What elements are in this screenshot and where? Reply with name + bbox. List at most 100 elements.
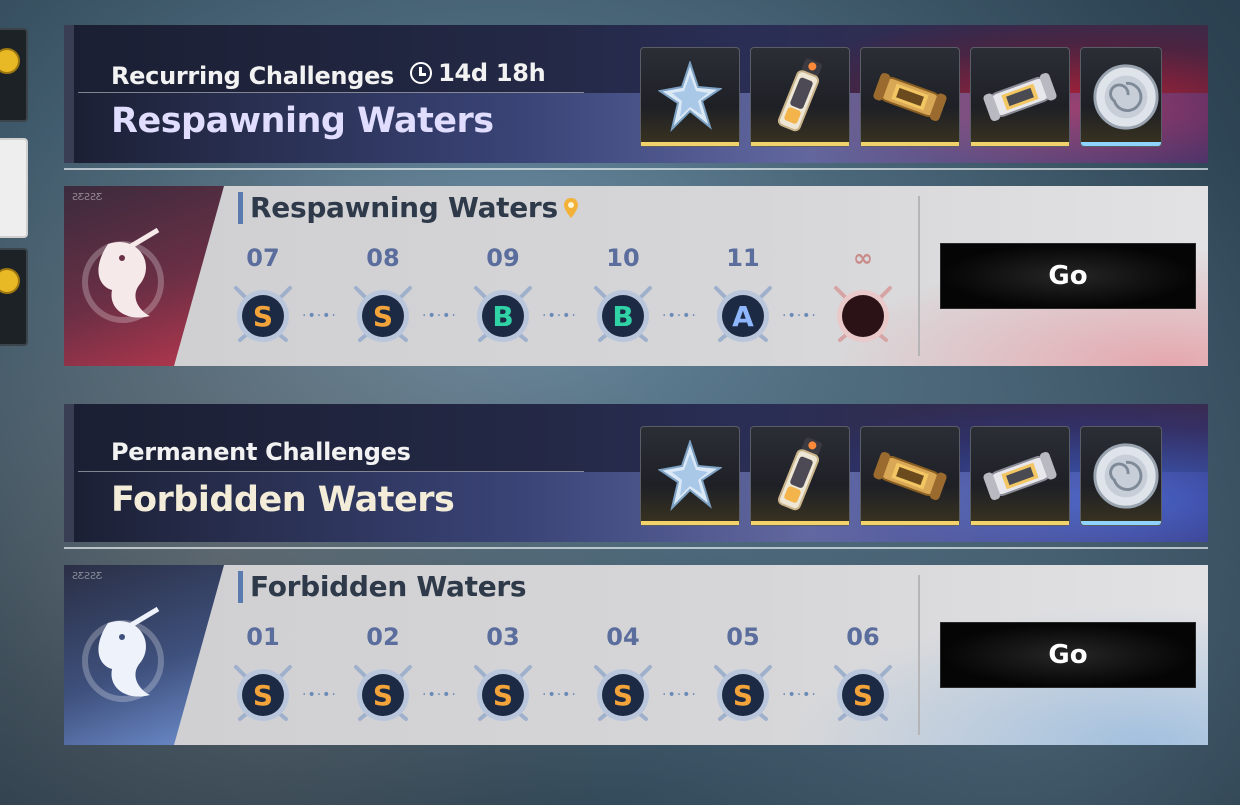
stage-item[interactable]: 03 S ·•·•·: [470, 623, 590, 743]
grade-medal-icon: A: [714, 286, 772, 342]
energy-vial-icon: [777, 437, 823, 511]
connector-dots: ·•·•·: [302, 308, 337, 324]
location-pin-icon: [563, 198, 578, 218]
stage-number: 11: [726, 244, 760, 272]
grade-letter: S: [253, 300, 273, 333]
stage-number: ∞: [853, 244, 873, 272]
stage-item[interactable]: 06 S: [830, 623, 950, 743]
stage-list: 07 S ·•·•· 08 S ·•·•· 09 B ·•·•· 10 B ·•·•· 11 A ·•·•·…: [230, 244, 950, 364]
reward-slot[interactable]: [640, 47, 740, 147]
emblem-code: ƧƸƧƧƸ: [72, 192, 103, 203]
reward-slot[interactable]: [970, 426, 1070, 526]
banner-title: Forbidden Waters: [111, 480, 455, 520]
banner-subtitle: Permanent Challenges: [111, 438, 411, 466]
stage-number: 05: [726, 623, 760, 651]
stage-item[interactable]: 05 S ·•·•·: [710, 623, 830, 743]
grade-letter: S: [373, 679, 393, 712]
seahorse-emblem-icon: [82, 606, 164, 702]
stage-number: 04: [606, 623, 640, 651]
grade-letter: S: [613, 679, 633, 712]
go-button[interactable]: Go: [940, 622, 1196, 688]
grade-letter: S: [733, 679, 753, 712]
silver-canister-icon: [983, 452, 1057, 500]
reward-slot[interactable]: [750, 47, 850, 147]
stage-item[interactable]: 07 S ·•·•·: [230, 244, 350, 364]
go-button[interactable]: Go: [940, 243, 1196, 309]
grade-medal-icon: S: [234, 665, 292, 721]
stage-number: 06: [846, 623, 880, 651]
crystal-star-icon: [658, 61, 722, 133]
card-title: Forbidden Waters: [250, 570, 527, 603]
reward-slot[interactable]: [640, 426, 740, 526]
stage-item[interactable]: 04 S ·•·•·: [590, 623, 710, 743]
grade-letter: S: [253, 679, 273, 712]
emblem-code: ƧƸƧƧƸ: [72, 571, 103, 582]
reward-slot[interactable]: [970, 47, 1070, 147]
grade-letter: S: [853, 679, 873, 712]
side-tab-2[interactable]: [0, 138, 28, 238]
silver-canister-icon: [983, 73, 1057, 121]
connector-dots: ·•·•·: [662, 308, 697, 324]
locked-medal-icon: [834, 286, 892, 342]
connector-dots: ·•·•·: [662, 687, 697, 703]
crystal-star-icon: [658, 440, 722, 512]
grade-medal-icon: B: [594, 286, 652, 342]
grade-medal-icon: S: [354, 665, 412, 721]
divider: [918, 196, 920, 356]
stage-number: 10: [606, 244, 640, 272]
grade-letter: S: [373, 300, 393, 333]
reward-slot[interactable]: [860, 47, 960, 147]
banner-subtitle: Recurring Challenges: [111, 62, 395, 90]
divider: [78, 471, 584, 472]
reward-slot[interactable]: [1080, 47, 1162, 147]
stage-list: 01 S ·•·•· 02 S ·•·•· 03 S ·•·•· 04 S ·•·•· 05 S ·•·•·…: [230, 623, 950, 743]
stage-number: 09: [486, 244, 520, 272]
grade-letter: B: [612, 300, 633, 333]
connector-dots: ·•·•·: [302, 687, 337, 703]
stage-number: 01: [246, 623, 280, 651]
shell-disc-icon: [1093, 443, 1159, 509]
grade-letter: B: [492, 300, 513, 333]
grade-medal-icon: S: [594, 665, 652, 721]
reward-slot[interactable]: [1080, 426, 1162, 526]
divider: [918, 575, 920, 735]
connector-dots: ·•·•·: [782, 308, 817, 324]
grade-medal-icon: S: [234, 286, 292, 342]
stage-item[interactable]: 10 B ·•·•·: [590, 244, 710, 364]
seahorse-emblem-icon: [82, 227, 164, 323]
connector-dots: ·•·•·: [542, 687, 577, 703]
energy-vial-icon: [777, 58, 823, 132]
stage-item[interactable]: 01 S ·•·•·: [230, 623, 350, 743]
reset-timer: 14d 18h: [410, 59, 546, 87]
card-title: Respawning Waters: [250, 191, 558, 224]
gold-canister-icon: [873, 452, 947, 500]
grade-medal-icon: S: [714, 665, 772, 721]
stage-item[interactable]: 11 A ·•·•·: [710, 244, 830, 364]
reward-list: [640, 47, 1162, 147]
recurring-challenges-banner: Recurring Challenges 14d 18h Respawning …: [64, 25, 1208, 163]
reward-slot[interactable]: [860, 426, 960, 526]
shell-disc-icon: [1093, 64, 1159, 130]
divider: [64, 547, 1208, 549]
grade-medal-icon: S: [354, 286, 412, 342]
grade-medal-icon: S: [474, 665, 532, 721]
banner-title: Respawning Waters: [111, 101, 494, 141]
stage-number: 02: [366, 623, 400, 651]
stage-item[interactable]: 08 S ·•·•·: [350, 244, 470, 364]
reward-slot[interactable]: [750, 426, 850, 526]
side-tab-1[interactable]: [0, 28, 28, 122]
stage-item[interactable]: 09 B ·•·•·: [470, 244, 590, 364]
grade-letter: A: [732, 300, 754, 333]
grade-letter: S: [493, 679, 513, 712]
permanent-challenges-banner: Permanent Challenges Forbidden Waters: [64, 404, 1208, 542]
clock-icon: [410, 62, 433, 84]
side-tab-3[interactable]: [0, 248, 28, 346]
reward-list: [640, 426, 1162, 526]
connector-dots: ·•·•·: [422, 687, 457, 703]
stage-item[interactable]: ∞: [830, 244, 950, 364]
connector-dots: ·•·•·: [542, 308, 577, 324]
stage-item[interactable]: 02 S ·•·•·: [350, 623, 470, 743]
forbidden-waters-card: ƧƸƧƧƸ Forbidden Waters 01 S ·•·•· 02 S ·•·•· 0…: [64, 565, 1208, 745]
connector-dots: ·•·•·: [782, 687, 817, 703]
gold-canister-icon: [873, 73, 947, 121]
